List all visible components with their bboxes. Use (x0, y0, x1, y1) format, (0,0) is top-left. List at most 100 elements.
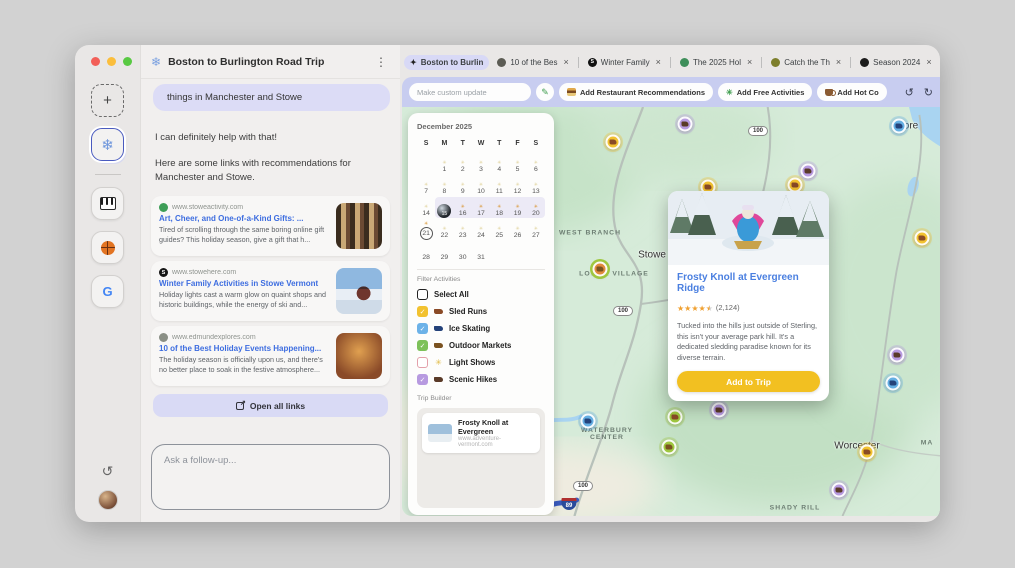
calendar-date-cell[interactable]: ✳ 20 (526, 197, 545, 218)
checkbox[interactable]: ✓ (417, 340, 428, 351)
chat-messages[interactable]: things in Manchester and Stowe I can def… (141, 79, 400, 436)
calendar-date-cell[interactable]: ✳ 16 (453, 197, 472, 218)
calendar-date-cell[interactable]: ✳ 23 (454, 219, 472, 240)
checkbox[interactable]: ✓ (417, 306, 428, 317)
calendar-date-cell[interactable]: 28 (417, 241, 435, 262)
add-restaurant-recommendations-button[interactable]: Add Restaurant Recommendations (559, 83, 714, 101)
map-marker-hiking-boot[interactable] (677, 116, 693, 132)
calendar-date-cell[interactable]: ✳ 26 (508, 219, 526, 240)
sidebar-item-piano-app[interactable] (91, 187, 124, 220)
calendar-date-cell[interactable]: ✳ 12 (508, 175, 526, 196)
close-tab-icon[interactable]: × (564, 57, 569, 67)
sidebar-item-snowflake-app[interactable]: ❄ (91, 128, 124, 161)
calendar-date-cell[interactable]: 30 (454, 241, 472, 262)
map-marker-hiking-boot[interactable] (800, 163, 816, 179)
calendar-date-cell[interactable]: ✳ 24 (472, 219, 490, 240)
add-to-trip-button[interactable]: Add to Trip (677, 371, 820, 393)
calendar-date-cell[interactable]: ✳ 22 (435, 219, 453, 240)
filter-item-select-all[interactable]: Select All (417, 289, 545, 300)
calendar-date-cell[interactable]: ✳ 10 (472, 175, 490, 196)
calendar-date-cell[interactable]: ✳ 7 (417, 175, 435, 196)
calendar-date-cell[interactable]: ✳ 25 (490, 219, 508, 240)
followup-input[interactable] (151, 444, 390, 510)
calendar-date-cell[interactable]: ✳ 1 (435, 153, 453, 174)
tab-boston-to-burlington[interactable]: ✦ Boston to Burlin (404, 54, 490, 70)
kebab-menu-icon[interactable]: ⋮ (372, 55, 390, 69)
open-all-links-button[interactable]: Open all links (153, 394, 388, 418)
map-marker-sled[interactable] (859, 444, 875, 460)
checkbox[interactable] (417, 357, 428, 368)
sidebar-item-basketball-app[interactable] (91, 231, 124, 264)
calendar-date-cell[interactable]: ✳ 17 (471, 197, 491, 218)
trip-builder-item[interactable]: Frosty Knoll at Evergreen www.adventure-… (422, 413, 540, 453)
add-hot-cocoa-button[interactable]: Add Hot Co (817, 83, 887, 101)
history-icon[interactable]: ↺ (102, 463, 114, 480)
link-card[interactable]: www.stoweactivity.com Art, Cheer, and On… (151, 196, 390, 257)
calendar-selected-ring[interactable]: 21 (419, 227, 433, 240)
calendar-date-cell[interactable]: ✳ 2 (454, 153, 472, 174)
calendar-date-cell[interactable]: ✳ 13 (527, 175, 545, 196)
user-avatar[interactable] (97, 490, 118, 510)
map-marker-ice-skate[interactable] (891, 118, 907, 134)
checkbox[interactable]: ✓ (417, 323, 428, 334)
undo-icon[interactable]: ↺ (905, 86, 914, 99)
calendar-date-cell[interactable]: ✳ 4 (490, 153, 508, 174)
calendar-date-cell[interactable]: ✳ 11 (490, 175, 508, 196)
map-marker-hiking-boot[interactable] (711, 402, 727, 418)
tab-10-of-the-best[interactable]: 10 of the Bes × (491, 54, 574, 70)
close-tab-icon[interactable]: × (747, 57, 752, 67)
map-marker-basket[interactable] (592, 261, 608, 277)
calendar-date-cell[interactable]: 15 (435, 197, 454, 218)
add-free-activities-button[interactable]: ✳ Add Free Activities (718, 83, 813, 101)
minimize-window-button[interactable] (107, 57, 116, 66)
custom-update-input[interactable] (409, 83, 531, 101)
calendar-avatar-day[interactable]: 15 (437, 204, 452, 218)
edit-pencil-button[interactable]: ✎ (536, 83, 554, 101)
tab-winter-family[interactable]: S Winter Family × (582, 54, 667, 70)
map-marker-sled[interactable] (605, 134, 621, 150)
calendar-date-cell[interactable]: ✳ 9 (454, 175, 472, 196)
checkbox[interactable] (417, 289, 428, 300)
calendar-date-cell[interactable]: 31 (472, 241, 490, 262)
calendar-date-cell[interactable]: ✳ 19 (508, 197, 527, 218)
redo-icon[interactable]: ↻ (924, 86, 933, 99)
sidebar-item-google-app[interactable]: G (91, 275, 124, 308)
new-space-button[interactable]: + (91, 84, 124, 117)
hiking-boot-icon (893, 352, 901, 358)
calendar-activity-icon: ✳ (442, 226, 447, 232)
calendar-date-cell[interactable]: 29 (435, 241, 453, 262)
filter-item-light-shows[interactable]: ✳ Light Shows (417, 357, 545, 368)
calendar-date-cell[interactable]: ✳ 8 (435, 175, 453, 196)
close-tab-icon[interactable]: × (836, 57, 841, 67)
calendar-date-cell[interactable]: ✳ 3 (472, 153, 490, 174)
calendar-date-cell[interactable]: ✳ 21 (417, 219, 435, 240)
map-canvas[interactable]: WEST BRANCH Stowe LOWER VILLAGE WATERBURY C… (402, 107, 940, 516)
calendar-date-cell[interactable]: ✳ 18 (490, 197, 509, 218)
checkbox[interactable]: ✓ (417, 374, 428, 385)
calendar-date-cell[interactable]: ✳ 5 (508, 153, 526, 174)
map-marker-ice-skate[interactable] (580, 413, 596, 429)
zoom-window-button[interactable] (123, 57, 132, 66)
close-window-button[interactable] (91, 57, 100, 66)
close-tab-icon[interactable]: × (926, 57, 931, 67)
filter-item-sled-runs[interactable]: ✓ Sled Runs (417, 306, 545, 317)
tab-the-2025-holiday[interactable]: The 2025 Hol × (674, 54, 758, 70)
filter-item-outdoor-markets[interactable]: ✓ Outdoor Markets (417, 340, 545, 351)
map-marker-sled[interactable] (667, 409, 683, 425)
link-card[interactable]: Swww.stowehere.com Winter Family Activit… (151, 261, 390, 322)
filter-item-scenic-hikes[interactable]: ✓ Scenic Hikes (417, 374, 545, 385)
close-tab-icon[interactable]: × (656, 57, 661, 67)
link-card[interactable]: www.edmundexplores.com 10 of the Best Ho… (151, 326, 390, 387)
map-marker-ice-skate[interactable] (885, 375, 901, 391)
filter-item-ice-skating[interactable]: ✓ Ice Skating (417, 323, 545, 334)
route-badge: 100 (747, 126, 769, 136)
map-marker-hiking-boot[interactable] (831, 482, 847, 498)
calendar-date-cell[interactable]: ✳ 6 (527, 153, 545, 174)
calendar-date-cell[interactable]: ✳ 27 (527, 219, 545, 240)
tab-season-2024[interactable]: Season 2024 × (854, 54, 937, 70)
map-marker-basket[interactable] (661, 439, 677, 455)
tab-catch-the[interactable]: Catch the Th × (765, 54, 847, 70)
map-marker-sled[interactable] (914, 230, 930, 246)
map-marker-hiking-boot[interactable] (889, 347, 905, 363)
calendar-date-cell[interactable]: ✳ 14 (417, 197, 435, 218)
